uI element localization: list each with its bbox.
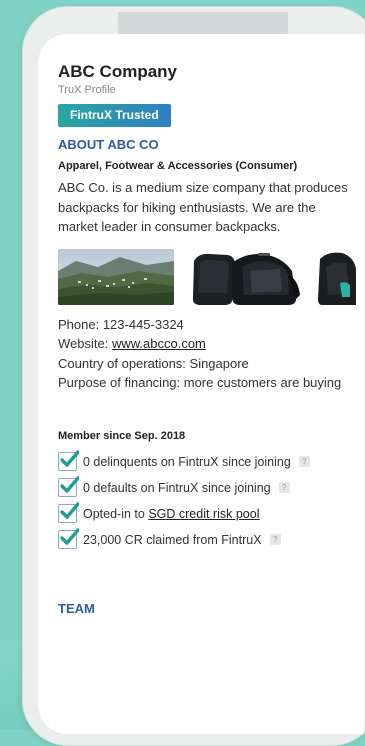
contact-info: Phone: 123-445-3324 Website: www.abcco.c… bbox=[58, 315, 348, 393]
membership-checklist: 0 delinquents on FintruX since joining ?… bbox=[58, 449, 358, 553]
checkbox-checked[interactable] bbox=[58, 502, 79, 523]
checkmark-icon bbox=[60, 502, 79, 519]
checkmark-icon bbox=[60, 476, 79, 493]
company-description: ABC Co. is a medium size company that pr… bbox=[58, 180, 348, 234]
company-name: ABC Company bbox=[58, 62, 178, 81]
list-item: Opted-in to SGD credit risk pool bbox=[58, 501, 358, 527]
checkbox-checked[interactable] bbox=[58, 528, 79, 549]
checkmark-icon bbox=[60, 528, 79, 545]
checkmark-icon bbox=[60, 450, 79, 467]
phone-frame: ABC Company TruX Profile FintruX Trusted… bbox=[22, 6, 365, 746]
company-category: Apparel, Footwear & Accessories (Consume… bbox=[58, 160, 298, 172]
help-icon[interactable]: ? bbox=[278, 482, 290, 493]
backpack-photo[interactable] bbox=[188, 248, 306, 305]
landscape-photo[interactable] bbox=[58, 248, 174, 305]
list-item: 0 delinquents on FintruX since joining ? bbox=[58, 449, 358, 475]
profile-label: TruX Profile bbox=[58, 84, 116, 96]
help-icon[interactable]: ? bbox=[298, 456, 310, 467]
website-line: Website: www.abcco.com bbox=[58, 334, 348, 354]
check-label: 0 defaults on FintruX since joining bbox=[83, 480, 271, 495]
help-icon[interactable]: ? bbox=[269, 534, 281, 545]
phone-text: Phone: 123-445-3324 bbox=[58, 316, 184, 332]
website-link[interactable]: www.abcco.com bbox=[112, 336, 206, 351]
team-heading: TEAM bbox=[58, 600, 95, 616]
country-text: Country of operations: Singapore bbox=[58, 355, 249, 371]
trusted-badge: FintruX Trusted bbox=[58, 104, 171, 127]
backpack-photo[interactable] bbox=[316, 248, 356, 305]
checkbox-checked[interactable] bbox=[58, 476, 79, 497]
checkbox-checked[interactable] bbox=[58, 450, 79, 471]
check-prefix: Opted-in to bbox=[83, 506, 149, 521]
check-label: 0 delinquents on FintruX since joining bbox=[83, 454, 291, 469]
about-heading: ABOUT ABC CO bbox=[58, 137, 159, 152]
credit-risk-pool-link[interactable]: SGD credit risk pool bbox=[148, 507, 259, 521]
list-item: 23,000 CR claimed from FintruX ? bbox=[58, 527, 358, 553]
list-item: 0 defaults on FintruX since joining ? bbox=[58, 475, 358, 501]
purpose-text: Purpose of financing: more customers are… bbox=[58, 375, 342, 390]
website-label: Website: bbox=[58, 336, 112, 351]
profile-content: ABC Company TruX Profile FintruX Trusted… bbox=[58, 62, 358, 617]
phone-screen: ABC Company TruX Profile FintruX Trusted… bbox=[38, 34, 364, 734]
member-since: Member since Sep. 2018 bbox=[58, 429, 186, 442]
photo-gallery bbox=[58, 248, 364, 305]
check-label: 23,000 CR claimed from FintruX bbox=[83, 532, 262, 547]
check-label: Opted-in to SGD credit risk pool bbox=[83, 507, 259, 521]
